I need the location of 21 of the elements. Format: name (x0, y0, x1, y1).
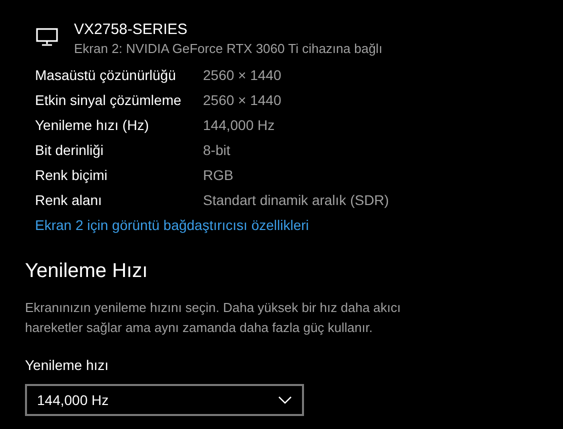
property-label: Bit derinliği (35, 141, 104, 160)
connection-text: Ekran 2: NVIDIA GeForce RTX 3060 Ti cihazına bağlı (74, 40, 382, 58)
section-description: Ekranınızın yenileme hızını seçin. Daha yüksek bir hız daha akıcı hareketler sağlar ama aynı zamanda daha fazla güç kullanır. (25, 299, 402, 337)
property-value: Standart dinamik aralık (SDR) (203, 191, 389, 210)
section-heading: Yenileme Hızı (25, 259, 149, 284)
display-name: VX2758-SERIES (74, 20, 188, 40)
property-label: Etkin sinyal çözümleme (35, 91, 182, 110)
property-label: Masaüstü çözünürlüğü (35, 66, 177, 85)
property-value: 2560 × 1440 (203, 66, 282, 85)
property-value: 2560 × 1440 (203, 91, 282, 110)
refresh-rate-dropdown[interactable]: 144,000 Hz (25, 384, 304, 416)
field-label: Yenileme hızı (25, 356, 110, 375)
property-value: 144,000 Hz (203, 116, 275, 135)
property-label: Yenileme hızı (Hz) (35, 116, 150, 135)
monitor-icon (36, 28, 58, 46)
property-value: 8-bit (203, 141, 230, 160)
adapter-properties-link[interactable]: Ekran 2 için görüntü bağdaştırıcısı özellikleri (35, 215, 309, 236)
property-label: Renk alanı (35, 191, 103, 210)
property-label: Renk biçimi (35, 166, 108, 185)
chevron-down-icon (278, 396, 292, 404)
property-value: RGB (203, 166, 234, 185)
